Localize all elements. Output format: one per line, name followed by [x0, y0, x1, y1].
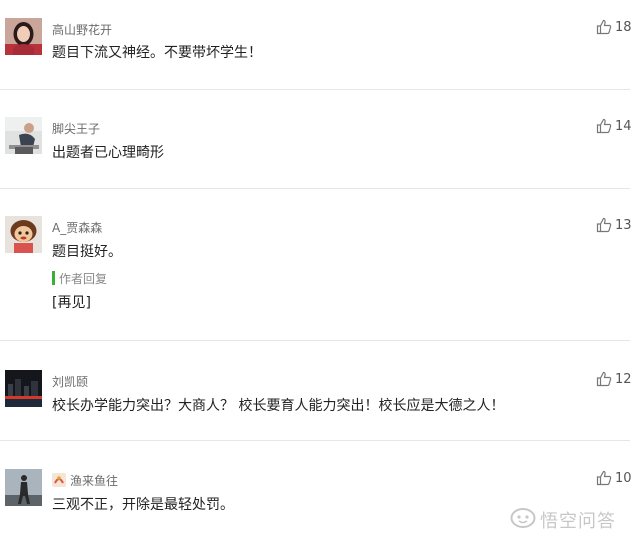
- like-count: 12: [615, 371, 632, 387]
- comments-page: 高山野花开 题目下流又神经。不要带坏学生！ 18 脚尖王子 出题者已心理畸形 1…: [0, 0, 640, 542]
- comment-text: 题目挺好。: [52, 244, 122, 260]
- username-text: 渔来鱼往: [70, 474, 119, 488]
- comment-text: 校长办学能力突出？大商人？ 校长要育人能力突出！校长应是大德之人！: [52, 398, 505, 414]
- like-button[interactable]: 12: [596, 370, 632, 388]
- wukong-logo-icon: [510, 507, 536, 533]
- divider: [0, 188, 630, 189]
- avatar[interactable]: [5, 18, 42, 55]
- comment-text: 题目下流又神经。不要带坏学生！: [52, 45, 262, 61]
- avatar[interactable]: [5, 469, 42, 506]
- avatar[interactable]: [5, 216, 42, 253]
- divider: [0, 89, 630, 90]
- reply-text: [再见]: [52, 295, 91, 311]
- like-count: 10: [615, 470, 632, 486]
- divider: [0, 340, 630, 341]
- watermark-text: 悟空问答: [540, 511, 616, 532]
- comment-text: 三观不正，开除是最轻处罚。: [52, 497, 234, 513]
- comment-text: 出题者已心理畸形: [52, 145, 164, 161]
- thumbs-up-icon: [596, 371, 612, 387]
- username[interactable]: 刘凯颐: [52, 373, 88, 390]
- username[interactable]: 渔来鱼往: [52, 472, 118, 489]
- like-button[interactable]: 14: [596, 117, 632, 135]
- like-count: 18: [615, 19, 632, 35]
- thumbs-up-icon: [596, 118, 612, 134]
- like-button[interactable]: 13: [596, 216, 632, 234]
- badge-icon: [52, 473, 66, 487]
- reply-accent-bar: [52, 271, 55, 285]
- divider: [0, 440, 630, 441]
- avatar[interactable]: [5, 370, 42, 407]
- watermark: 悟空问答: [510, 507, 616, 533]
- username[interactable]: 高山野花开: [52, 21, 112, 38]
- username[interactable]: A_贾森森: [52, 219, 102, 236]
- username[interactable]: 脚尖王子: [52, 120, 100, 137]
- like-count: 13: [615, 217, 632, 233]
- like-button[interactable]: 10: [596, 469, 632, 487]
- author-reply-tag: 作者回复: [52, 271, 108, 286]
- avatar[interactable]: [5, 117, 42, 154]
- author-reply-label: 作者回复: [59, 271, 108, 286]
- like-count: 14: [615, 118, 632, 134]
- thumbs-up-icon: [596, 217, 612, 233]
- like-button[interactable]: 18: [596, 18, 632, 36]
- thumbs-up-icon: [596, 19, 612, 35]
- thumbs-up-icon: [596, 470, 612, 486]
